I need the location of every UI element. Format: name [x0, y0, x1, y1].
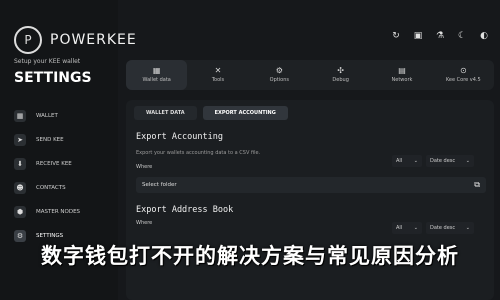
- tab-wallet-data[interactable]: ▦ Wallet data: [126, 60, 188, 90]
- where-label: Where: [136, 164, 153, 170]
- sidebar-item-label: SEND KEE: [36, 137, 64, 143]
- brand-name: POWERKEE: [50, 32, 137, 48]
- subtabs: WALLET DATA EXPORT ACCOUNTING: [134, 106, 288, 120]
- tab-options[interactable]: ⚙ Options: [249, 60, 310, 90]
- refresh-icon[interactable]: ↻: [390, 30, 402, 42]
- receive-icon: ⬇: [14, 158, 26, 170]
- where-label: Where: [136, 220, 153, 226]
- sidebar-item-master-nodes[interactable]: ⬢ MASTER NODES: [14, 200, 114, 224]
- tab-debug[interactable]: ✣ Debug: [310, 60, 371, 90]
- tab-kee-core[interactable]: ⊙ Kee Core v4.5: [433, 60, 494, 90]
- subtab-wallet-data[interactable]: WALLET DATA: [134, 106, 197, 120]
- sidebar-item-label: MASTER NODES: [36, 209, 81, 215]
- sidebar-item-wallet[interactable]: ▦ WALLET: [14, 104, 114, 128]
- folder-icon[interactable]: ⧉: [474, 180, 480, 190]
- filter-all-value: All: [396, 158, 403, 164]
- chevron-down-icon: ⌄: [413, 158, 418, 164]
- subtab-export-accounting[interactable]: EXPORT ACCOUNTING: [202, 106, 288, 120]
- tab-label: Kee Core v4.5: [445, 77, 481, 83]
- sidebar-nav: ▦ WALLET ➤ SEND KEE ⬇ RECEIVE KEE ☻ CONT…: [14, 104, 114, 248]
- select-folder-input[interactable]: Select folder ⧉: [136, 177, 486, 193]
- sidebar-item-receive[interactable]: ⬇ RECEIVE KEE: [14, 152, 114, 176]
- page-title: SETTINGS: [14, 70, 92, 86]
- theme-icon[interactable]: ◐: [478, 30, 490, 42]
- network-icon: ▤: [398, 66, 406, 75]
- options-icon: ⚙: [275, 66, 283, 75]
- sidebar-item-contacts[interactable]: ☻ CONTACTS: [14, 176, 114, 200]
- tab-label: Tools: [211, 77, 225, 83]
- tab-tools[interactable]: ✕ Tools: [187, 60, 248, 90]
- debug-icon: ✣: [337, 66, 344, 75]
- wallet-data-icon: ▦: [152, 66, 161, 75]
- setup-text: Setup your KEE wallet: [14, 58, 81, 65]
- export-address-book-title: Export Address Book: [136, 205, 234, 215]
- tab-label: Options: [269, 77, 289, 83]
- export-accounting-description: Export your wallets accounting data to a…: [136, 150, 261, 156]
- export-accounting-title: Export Accounting: [136, 132, 223, 142]
- settings-tabs: ▦ Wallet data ✕ Tools ⚙ Options ✣ Debug …: [126, 60, 494, 90]
- sidebar-item-label: CONTACTS: [36, 185, 66, 191]
- tab-network[interactable]: ▤ Network: [371, 60, 432, 90]
- kee-core-icon: ⊙: [459, 66, 467, 75]
- tab-label: Network: [391, 77, 413, 83]
- wallet-icon: ▦: [14, 110, 26, 122]
- flask-icon[interactable]: ⚗: [434, 30, 446, 42]
- moon-icon[interactable]: ☾: [456, 30, 468, 42]
- logo-icon: P: [14, 26, 42, 54]
- contacts-icon: ☻: [14, 182, 26, 194]
- gift-icon[interactable]: ▣: [412, 30, 424, 42]
- tab-label: Debug: [332, 77, 349, 83]
- master-nodes-icon: ⬢: [14, 206, 26, 218]
- filter-sort-select[interactable]: Date desc ⌄: [426, 155, 474, 167]
- sidebar-item-send[interactable]: ➤ SEND KEE: [14, 128, 114, 152]
- tools-icon: ✕: [214, 66, 222, 75]
- brand: P POWERKEE: [14, 26, 137, 54]
- filter-sort-value: Date desc: [430, 158, 456, 164]
- sidebar-item-label: RECEIVE KEE: [36, 161, 72, 167]
- sidebar-item-label: WALLET: [36, 113, 58, 119]
- send-icon: ➤: [14, 134, 26, 146]
- tab-label: Wallet data: [142, 77, 171, 83]
- chevron-down-icon: ⌄: [465, 158, 470, 164]
- filter-all-select[interactable]: All ⌄: [392, 155, 422, 167]
- folder-placeholder: Select folder: [142, 182, 177, 188]
- toolbar-icons: ↻ ▣ ⚗ ☾ ◐: [390, 30, 490, 42]
- overlay-caption: 数字钱包打不开的解决方案与常见原因分析: [41, 243, 459, 268]
